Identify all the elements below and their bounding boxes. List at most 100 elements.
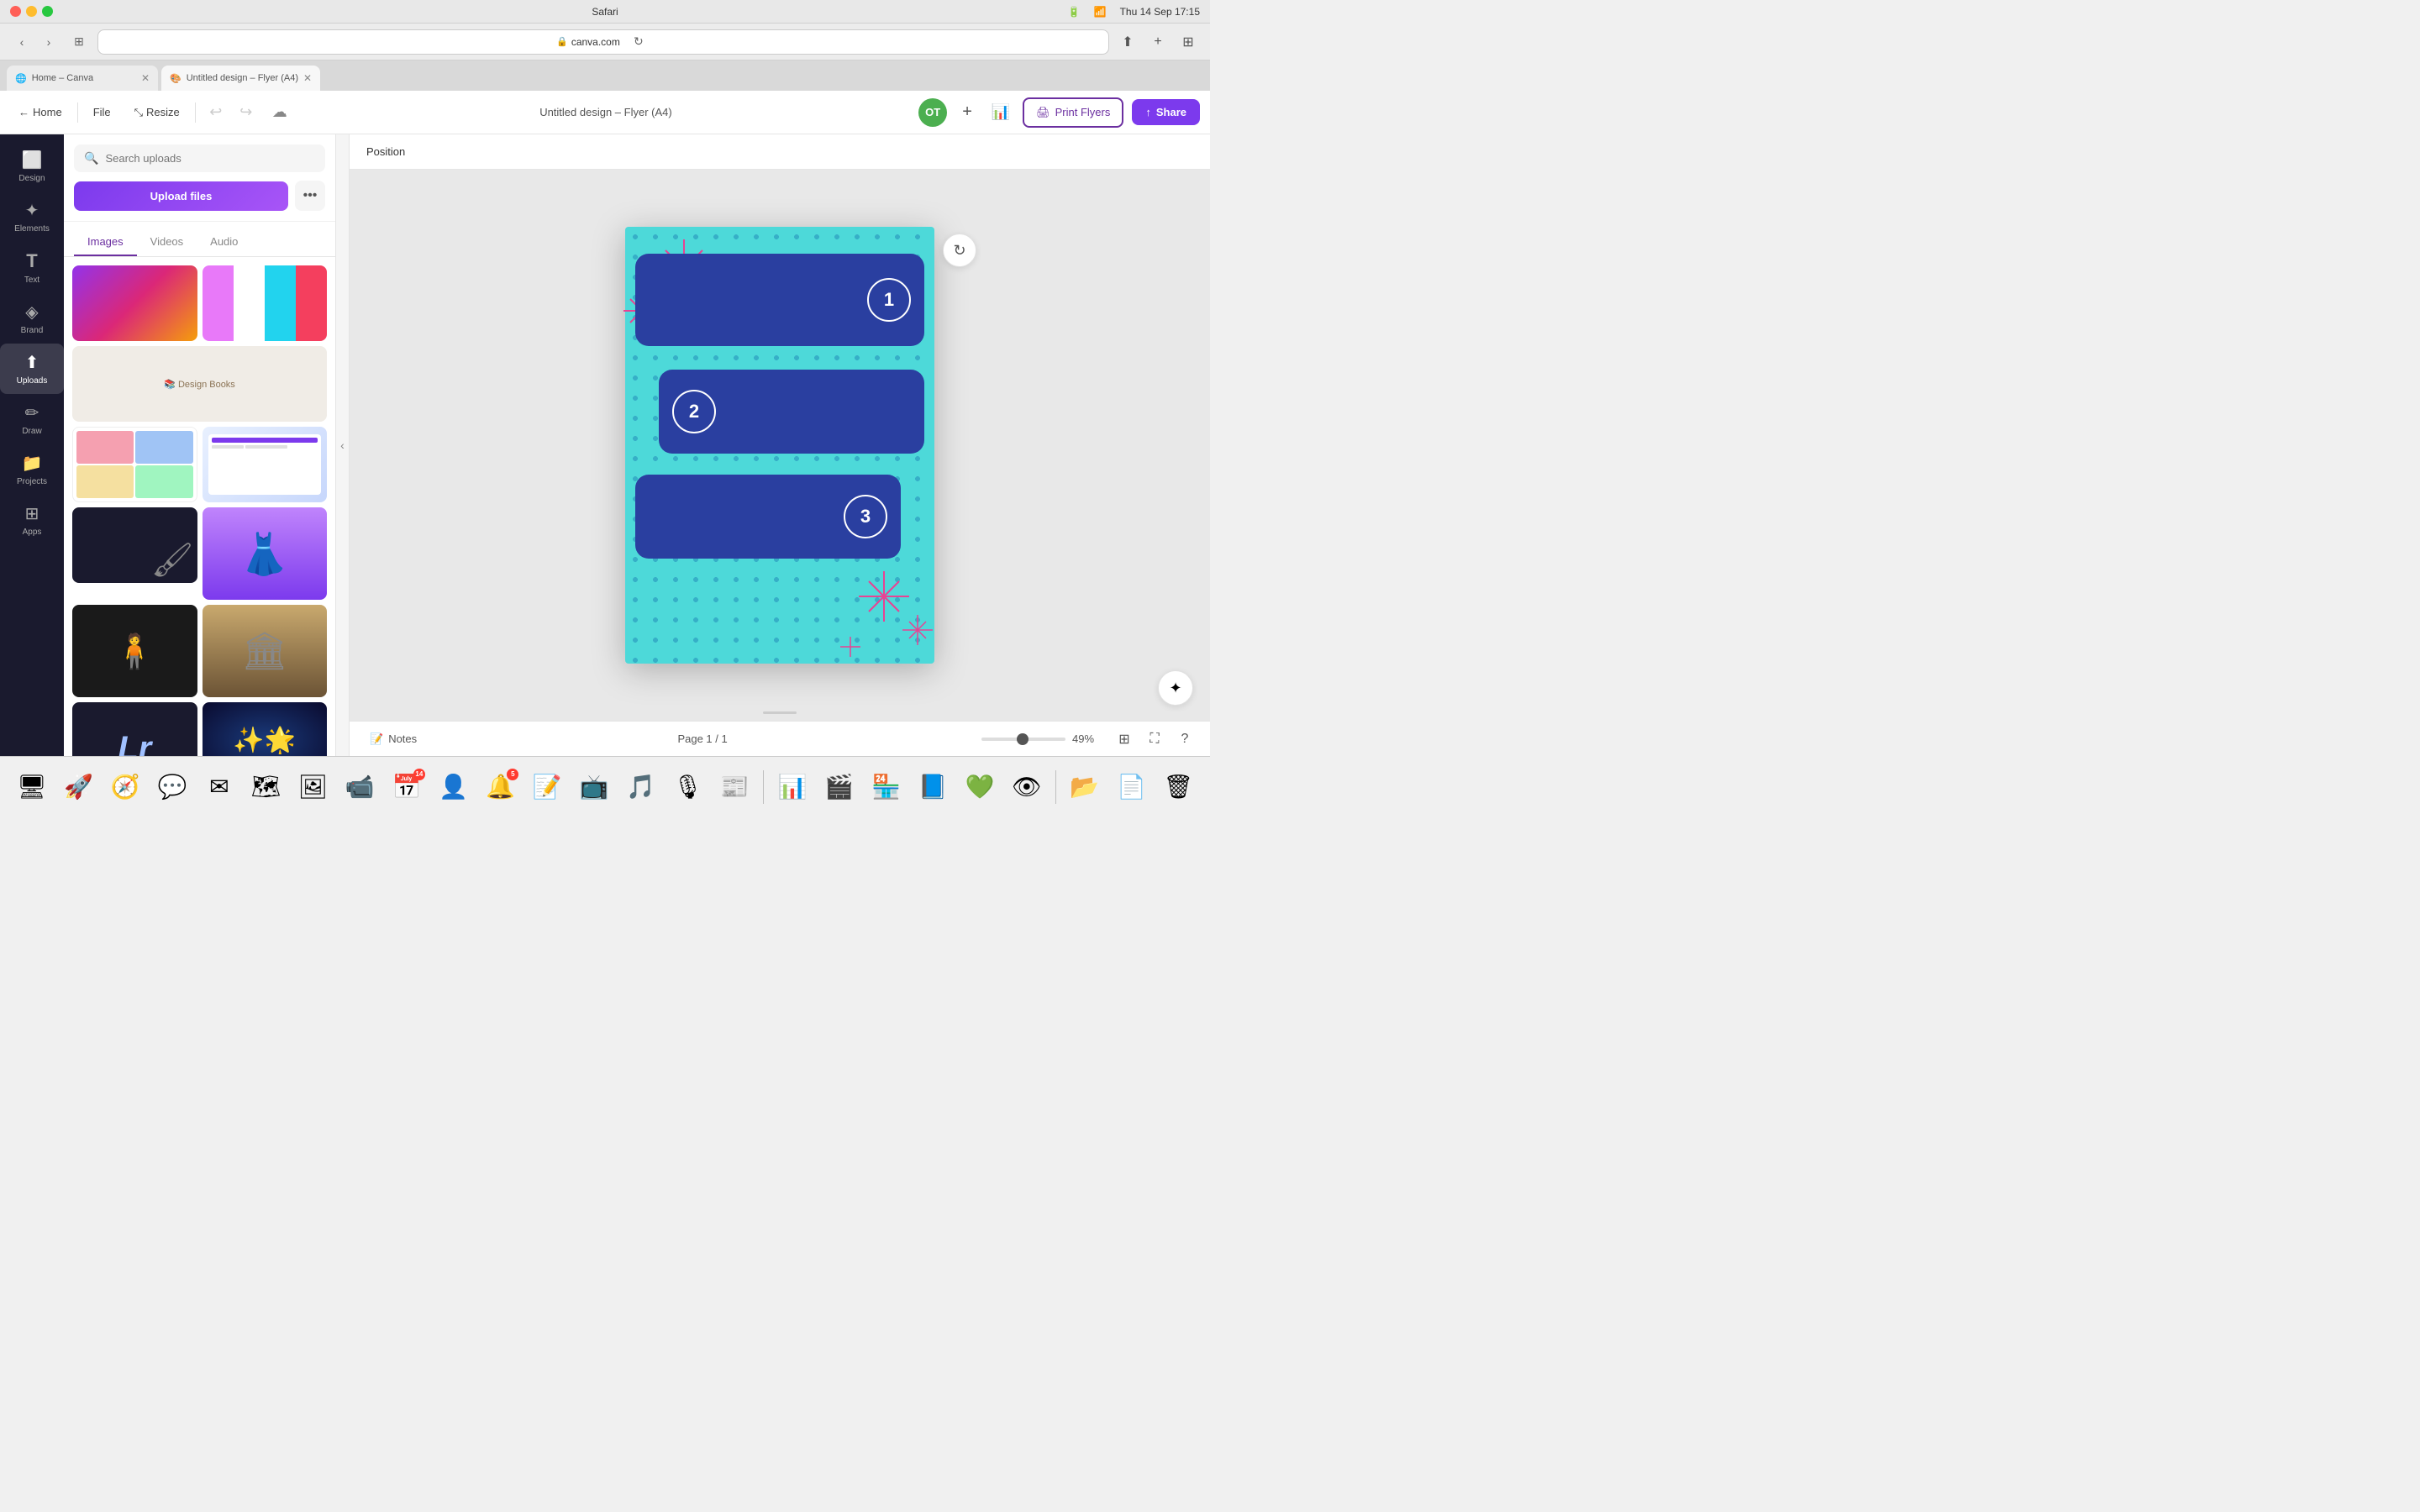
print-button[interactable]: 🖨 Print Flyers [1023, 97, 1123, 128]
tab-home-close[interactable]: ✕ [141, 72, 150, 84]
upload-thumb-4[interactable] [72, 427, 197, 502]
dock-contacts[interactable]: 👤 [432, 765, 476, 809]
dock-messages[interactable]: 💬 [150, 765, 194, 809]
resize-icon: ⤡ [134, 106, 143, 119]
dock-preview[interactable]: 👁 [1005, 765, 1049, 809]
fullscreen-button[interactable]: ⛶ [1143, 727, 1166, 751]
box-3[interactable]: 3 [635, 475, 901, 559]
upload-thumb-8[interactable]: 🧍 [72, 605, 197, 697]
home-button[interactable]: ← Home [10, 101, 71, 123]
maximize-button[interactable] [42, 6, 53, 17]
sidebar-toggle[interactable]: ⊞ [67, 30, 91, 54]
canvas-refresh-button[interactable]: ↻ [943, 234, 976, 267]
sidebar-label-uploads: Uploads [17, 376, 48, 386]
page-info: Page 1 / 1 [434, 732, 971, 745]
dock-tv[interactable]: 📺 [572, 765, 616, 809]
upload-btn-row: Upload files ••• [74, 181, 325, 211]
dock-music[interactable]: 🎵 [619, 765, 663, 809]
search-input[interactable] [105, 152, 315, 165]
undo-button[interactable]: ↩ [203, 99, 229, 126]
brand-icon: ◈ [25, 302, 38, 323]
sidebar-item-brand[interactable]: ◈ Brand [0, 293, 64, 344]
upload-thumb-10[interactable]: Lr [72, 702, 197, 756]
grid-view-button[interactable]: ⊞ [1113, 727, 1136, 751]
datetime: Thu 14 Sep 17:15 [1120, 6, 1200, 18]
close-button[interactable] [10, 6, 21, 17]
dock-finder[interactable]: 🖥 [10, 765, 54, 809]
upload-files-button[interactable]: Upload files [74, 181, 288, 211]
share-button[interactable]: ↑ Share [1132, 99, 1200, 125]
dock-facetime[interactable]: 📹 [338, 765, 381, 809]
dock-keynote[interactable]: 🎬 [818, 765, 861, 809]
address-bar[interactable]: 🔒 canva.com ↻ [97, 29, 1109, 55]
dock-word[interactable]: 📘 [911, 765, 955, 809]
ai-assist-button[interactable]: ✦ [1158, 670, 1193, 706]
canvas-collapse-handle[interactable] [763, 704, 797, 721]
hide-panel-button[interactable]: ‹ [336, 134, 350, 756]
dock-maps[interactable]: 🗺 [245, 765, 288, 809]
tab-audio[interactable]: Audio [197, 228, 251, 256]
tab-images[interactable]: Images [74, 228, 137, 256]
upload-thumb-3[interactable]: 📚 Design Books [72, 346, 327, 422]
draw-icon: ✏ [25, 402, 39, 423]
box-1[interactable]: 1 [635, 254, 924, 346]
upload-thumb-7[interactable]: 👗 [203, 507, 328, 600]
sidebar-item-text[interactable]: T Text [0, 242, 64, 293]
new-tab-button[interactable]: + [1146, 30, 1170, 54]
dock-wechat[interactable]: 💚 [958, 765, 1002, 809]
dock-photos[interactable]: 🖼 [292, 765, 335, 809]
upload-thumb-5[interactable] [203, 427, 328, 502]
upload-thumb-6[interactable]: 🖌 [72, 507, 197, 583]
more-options-button[interactable]: ••• [295, 181, 325, 211]
file-button[interactable]: File [85, 101, 119, 123]
save-cloud-button[interactable]: ☁ [266, 99, 293, 126]
tab-design[interactable]: 🎨 Untitled design – Flyer (A4) ✕ [161, 66, 320, 91]
dock-safari[interactable]: 🧭 [103, 765, 147, 809]
sidebar-item-projects[interactable]: 📁 Projects [0, 444, 64, 495]
design-canvas[interactable]: 1 2 3 [625, 227, 934, 664]
redo-button[interactable]: ↪ [233, 99, 260, 126]
avatar-button[interactable]: OT [918, 98, 947, 127]
zoom-controls: 49% ⊞ ⛶ ? [981, 727, 1197, 751]
dock-numbers[interactable]: 📊 [771, 765, 814, 809]
dock-reminders[interactable]: 🔔 5 [479, 765, 523, 809]
dock-separator [763, 770, 764, 804]
tab-design-close[interactable]: ✕ [303, 72, 312, 84]
notes-button[interactable]: 📝 Notes [363, 729, 424, 749]
upload-thumb-1[interactable] [72, 265, 197, 341]
forward-button[interactable]: › [37, 30, 60, 54]
upload-thumb-11[interactable]: ✨🌟 [203, 702, 328, 756]
sidebar-item-apps[interactable]: ⊞ Apps [0, 495, 64, 545]
battery-icon: 🔋 [1068, 6, 1081, 18]
dock-trash[interactable]: 🗑 [1156, 765, 1200, 809]
help-button[interactable]: ? [1173, 727, 1197, 751]
tab-home[interactable]: 🌐 Home – Canva ✕ [7, 66, 158, 91]
tab-videos[interactable]: Videos [137, 228, 197, 256]
sidebar-item-elements[interactable]: ✦ Elements [0, 192, 64, 242]
zoom-slider[interactable] [981, 738, 1065, 741]
refresh-button[interactable]: ↻ [627, 30, 650, 54]
sidebar-item-uploads[interactable]: ⬆ Uploads [0, 344, 64, 394]
sidebar-item-draw[interactable]: ✏ Draw [0, 394, 64, 444]
upload-thumb-2[interactable] [203, 265, 328, 341]
dock-launchpad[interactable]: 🚀 [57, 765, 101, 809]
share-browser-button[interactable]: ⬆ [1116, 30, 1139, 54]
dock-appstore[interactable]: 🏪 [865, 765, 908, 809]
upload-thumb-9[interactable]: 🏛 [203, 605, 328, 697]
back-button[interactable]: ‹ [10, 30, 34, 54]
minimize-button[interactable] [26, 6, 37, 17]
dock-calendar[interactable]: 📅 14 [385, 765, 429, 809]
dock-mail[interactable]: ✉ [197, 765, 241, 809]
analytics-button[interactable]: 📊 [987, 99, 1014, 126]
add-collaborator-button[interactable]: + [955, 101, 979, 124]
dock-news[interactable]: 📰 [713, 765, 756, 809]
dock-acrobat[interactable]: 📄 [1110, 765, 1154, 809]
dock-files[interactable]: 📂 [1063, 765, 1107, 809]
tab-home-label: Home – Canva [32, 73, 93, 83]
dock-podcasts[interactable]: 🎙 [666, 765, 710, 809]
resize-button[interactable]: ⤡ Resize [126, 101, 188, 124]
box-2[interactable]: 2 [659, 370, 924, 454]
sidebar-item-design[interactable]: ⬜ Design [0, 141, 64, 192]
dock-notes[interactable]: 📝 [525, 765, 569, 809]
tabs-button[interactable]: ⊞ [1176, 30, 1200, 54]
